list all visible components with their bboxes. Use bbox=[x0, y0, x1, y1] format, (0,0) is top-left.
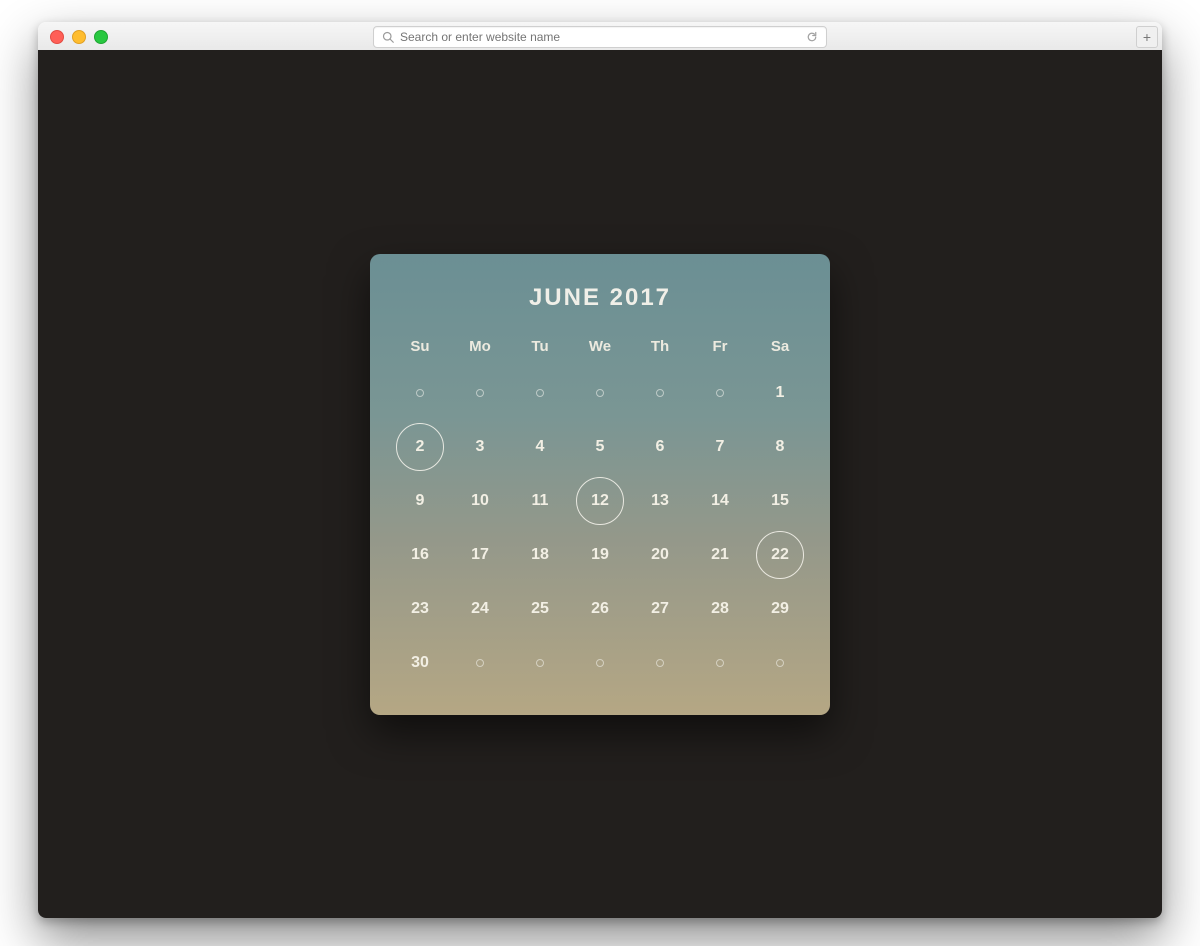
calendar-day-empty bbox=[510, 639, 570, 687]
calendar-week-row: 1 bbox=[390, 369, 810, 417]
calendar-day[interactable]: 17 bbox=[450, 531, 510, 579]
calendar-day[interactable]: 14 bbox=[690, 477, 750, 525]
calendar-day[interactable]: 18 bbox=[510, 531, 570, 579]
calendar-day-empty bbox=[570, 369, 630, 417]
calendar-day[interactable]: 24 bbox=[450, 585, 510, 633]
calendar-week-row: 23242526272829 bbox=[390, 585, 810, 633]
browser-window: + JUNE 2017 SuMoTuWeThFrSa 1234567891011… bbox=[38, 22, 1162, 918]
calendar-day[interactable]: 25 bbox=[510, 585, 570, 633]
window-controls bbox=[50, 30, 108, 44]
calendar-day[interactable]: 3 bbox=[450, 423, 510, 471]
reload-icon[interactable] bbox=[806, 31, 818, 43]
calendar-day[interactable]: 28 bbox=[690, 585, 750, 633]
calendar-day[interactable]: 15 bbox=[750, 477, 810, 525]
calendar-day-empty bbox=[390, 369, 450, 417]
empty-day-icon bbox=[716, 389, 724, 397]
calendar-day[interactable]: 6 bbox=[630, 423, 690, 471]
empty-day-icon bbox=[776, 659, 784, 667]
calendar-day[interactable]: 21 bbox=[690, 531, 750, 579]
calendar-day[interactable]: 30 bbox=[390, 639, 450, 687]
calendar-day[interactable]: 20 bbox=[630, 531, 690, 579]
weekday-label: Fr bbox=[690, 330, 750, 363]
weekday-label: Mo bbox=[450, 330, 510, 363]
minimize-window-button[interactable] bbox=[72, 30, 86, 44]
calendar-day-empty bbox=[630, 369, 690, 417]
calendar-day-empty bbox=[690, 369, 750, 417]
weekday-label: Su bbox=[390, 330, 450, 363]
empty-day-icon bbox=[536, 389, 544, 397]
calendar-day[interactable]: 13 bbox=[630, 477, 690, 525]
empty-day-icon bbox=[656, 389, 664, 397]
calendar-day[interactable]: 16 bbox=[390, 531, 450, 579]
calendar-day[interactable]: 2 bbox=[390, 423, 450, 471]
plus-icon: + bbox=[1143, 30, 1151, 44]
page-viewport: JUNE 2017 SuMoTuWeThFrSa 123456789101112… bbox=[38, 50, 1162, 918]
calendar-day[interactable]: 7 bbox=[690, 423, 750, 471]
calendar-week-row: 30 bbox=[390, 639, 810, 687]
calendar-week-row: 2345678 bbox=[390, 423, 810, 471]
titlebar: + bbox=[38, 22, 1162, 51]
weekday-label: We bbox=[570, 330, 630, 363]
calendar-week-row: 16171819202122 bbox=[390, 531, 810, 579]
calendar-day[interactable]: 1 bbox=[750, 369, 810, 417]
empty-day-icon bbox=[416, 389, 424, 397]
weekday-header-row: SuMoTuWeThFrSa bbox=[390, 330, 810, 363]
calendar-day[interactable]: 26 bbox=[570, 585, 630, 633]
close-window-button[interactable] bbox=[50, 30, 64, 44]
empty-day-icon bbox=[476, 389, 484, 397]
calendar-day[interactable]: 11 bbox=[510, 477, 570, 525]
calendar-widget: JUNE 2017 SuMoTuWeThFrSa 123456789101112… bbox=[370, 254, 830, 715]
calendar-day[interactable]: 19 bbox=[570, 531, 630, 579]
calendar-day[interactable]: 29 bbox=[750, 585, 810, 633]
calendar-day-empty bbox=[450, 369, 510, 417]
address-bar[interactable] bbox=[373, 26, 827, 48]
calendar-day[interactable]: 12 bbox=[570, 477, 630, 525]
empty-day-icon bbox=[716, 659, 724, 667]
new-tab-button[interactable]: + bbox=[1136, 26, 1158, 48]
address-input[interactable] bbox=[400, 30, 806, 44]
calendar-day-empty bbox=[510, 369, 570, 417]
empty-day-icon bbox=[596, 659, 604, 667]
calendar-day[interactable]: 8 bbox=[750, 423, 810, 471]
calendar-day-empty bbox=[450, 639, 510, 687]
calendar-day[interactable]: 22 bbox=[750, 531, 810, 579]
weekday-label: Tu bbox=[510, 330, 570, 363]
calendar-day-empty bbox=[630, 639, 690, 687]
calendar-day[interactable]: 10 bbox=[450, 477, 510, 525]
empty-day-icon bbox=[476, 659, 484, 667]
calendar-day-empty bbox=[690, 639, 750, 687]
weekday-label: Sa bbox=[750, 330, 810, 363]
calendar-title: JUNE 2017 bbox=[390, 284, 810, 312]
empty-day-icon bbox=[536, 659, 544, 667]
weekday-label: Th bbox=[630, 330, 690, 363]
empty-day-icon bbox=[656, 659, 664, 667]
calendar-day[interactable]: 4 bbox=[510, 423, 570, 471]
calendar-day[interactable]: 5 bbox=[570, 423, 630, 471]
calendar-day[interactable]: 27 bbox=[630, 585, 690, 633]
calendar-day-empty bbox=[750, 639, 810, 687]
calendar-day-empty bbox=[570, 639, 630, 687]
search-icon bbox=[382, 31, 394, 43]
calendar-week-row: 9101112131415 bbox=[390, 477, 810, 525]
calendar-day[interactable]: 9 bbox=[390, 477, 450, 525]
zoom-window-button[interactable] bbox=[94, 30, 108, 44]
calendar-day[interactable]: 23 bbox=[390, 585, 450, 633]
empty-day-icon bbox=[596, 389, 604, 397]
